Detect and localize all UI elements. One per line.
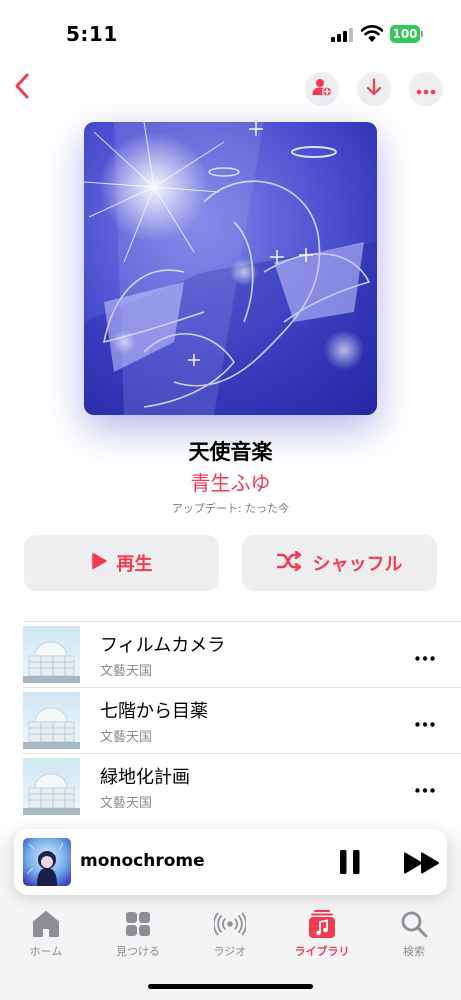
shuffle-button[interactable]: シャッフル — [242, 535, 437, 591]
tab-radio[interactable]: ラジオ — [184, 908, 276, 964]
tab-label: ラジオ — [213, 945, 247, 958]
home-icon — [30, 908, 62, 940]
status-time: 5:11 — [66, 22, 118, 46]
track-artist: 文藝天国 — [100, 664, 153, 679]
play-button[interactable]: 再生 — [24, 535, 219, 591]
more-icon — [415, 646, 435, 665]
track-more-button[interactable] — [411, 774, 439, 800]
track-artwork — [23, 692, 80, 749]
chevron-left-icon — [14, 73, 30, 103]
download-icon — [366, 78, 382, 100]
radio-icon — [214, 908, 246, 940]
battery-level: 100 — [390, 25, 420, 43]
track-artist: 文藝天国 — [100, 796, 153, 811]
pause-button[interactable] — [337, 848, 363, 876]
track-artwork — [23, 758, 80, 815]
tab-label: 見つける — [116, 945, 160, 958]
playlist-updated-text: アップデート: たった今 — [171, 502, 290, 515]
tab-label: 検索 — [403, 945, 425, 958]
status-bar: 5:11 100 — [0, 0, 461, 62]
play-icon — [91, 552, 107, 574]
play-button-label: 再生 — [116, 554, 153, 575]
tab-discover[interactable]: 見つける — [92, 908, 184, 964]
forward-icon — [403, 852, 441, 879]
library-icon — [306, 908, 338, 940]
track-artwork — [23, 626, 80, 683]
next-track-button[interactable] — [403, 851, 441, 875]
more-button[interactable] — [409, 72, 443, 106]
add-collaborator-button[interactable] — [305, 72, 339, 106]
home-indicator — [148, 984, 313, 989]
battery-icon: 100 — [390, 25, 423, 43]
now-playing-title: monochrome — [80, 851, 205, 871]
back-button[interactable] — [6, 72, 38, 104]
more-icon — [416, 80, 436, 99]
track-title: 七階から目薬 — [100, 701, 208, 722]
tab-home[interactable]: ホーム — [0, 908, 92, 964]
tab-label: ホーム — [29, 945, 63, 958]
download-button[interactable] — [357, 72, 391, 106]
grid-icon — [122, 908, 154, 940]
shuffle-icon — [276, 550, 303, 575]
more-icon — [415, 778, 435, 797]
tab-label: ライブラリ — [294, 945, 350, 958]
add-person-icon — [312, 78, 333, 100]
track-title: 緑地化計画 — [100, 767, 190, 788]
track-title: フィルムカメラ — [100, 635, 226, 656]
shuffle-button-label: シャッフル — [312, 554, 403, 575]
tab-library[interactable]: ライブラリ — [276, 908, 368, 964]
battery-tip — [421, 31, 423, 37]
tab-search[interactable]: 検索 — [368, 908, 460, 964]
track-more-button[interactable] — [411, 642, 439, 668]
playlist-title: 天使音楽 — [188, 440, 273, 464]
search-icon — [398, 908, 430, 940]
now-playing-artwork — [23, 838, 71, 886]
pause-icon — [337, 850, 363, 880]
wifi-icon — [360, 25, 384, 46]
track-row[interactable]: フィルムカメラ 文藝天国 — [23, 621, 461, 687]
track-row[interactable]: 七階から目薬 文藝天国 — [23, 687, 461, 753]
more-icon — [415, 712, 435, 731]
mini-player[interactable]: monochrome — [14, 829, 447, 895]
playlist-curator-link[interactable]: 青生ふゆ — [0, 467, 461, 496]
signal-icon — [331, 28, 353, 42]
track-row[interactable]: 緑地化計画 文藝天国 — [23, 753, 461, 819]
playlist-artwork — [84, 122, 377, 415]
track-more-button[interactable] — [411, 708, 439, 734]
track-artist: 文藝天国 — [100, 730, 153, 745]
